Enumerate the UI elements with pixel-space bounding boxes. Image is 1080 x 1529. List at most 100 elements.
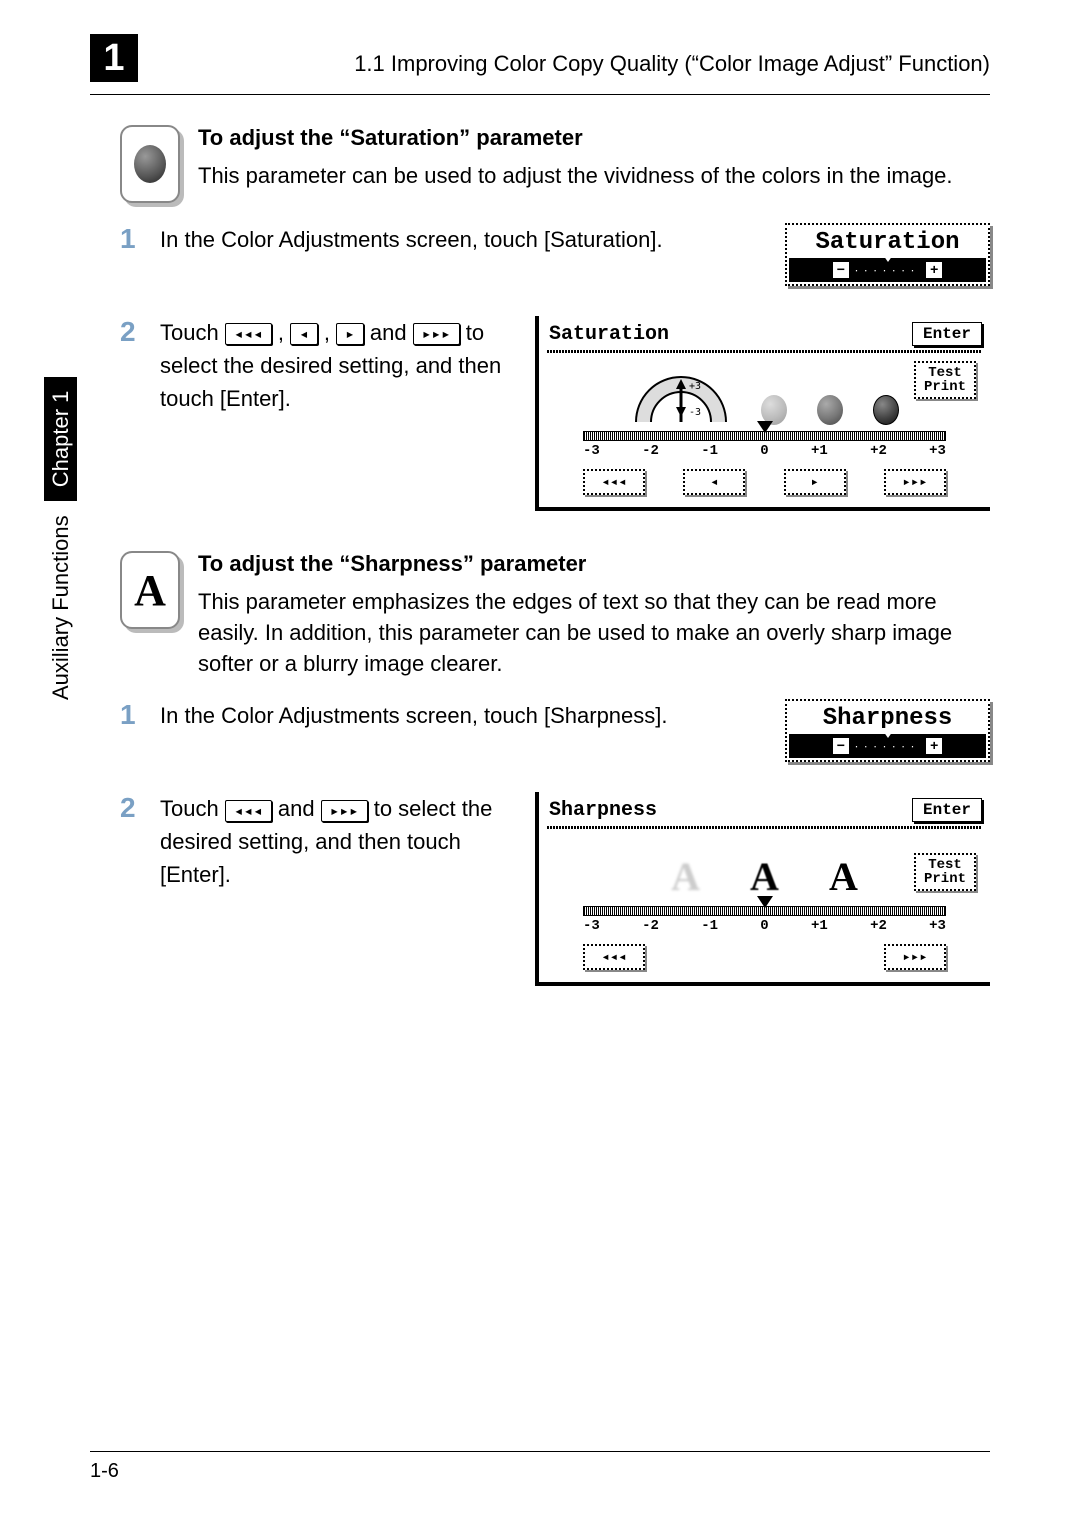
step-text: In the Color Adjustments screen, touch [… bbox=[160, 223, 785, 286]
sample-ball-high-icon bbox=[873, 395, 899, 425]
rewind-button-icon[interactable]: ◂◂◂ bbox=[225, 800, 272, 822]
scale-marker-icon bbox=[757, 896, 773, 908]
scale-marker-icon bbox=[757, 421, 773, 433]
saturation-icon bbox=[120, 125, 180, 203]
chapter-tab: 1 bbox=[90, 34, 138, 82]
rewind-button[interactable]: ◂◂◂ bbox=[583, 469, 645, 495]
side-tab: Auxiliary Functions Chapter 1 bbox=[48, 377, 74, 700]
fast-forward-button[interactable]: ▸▸▸ bbox=[884, 944, 946, 970]
t: Touch bbox=[160, 796, 225, 821]
t: Touch bbox=[160, 320, 225, 345]
letter-a-icon: A bbox=[134, 565, 166, 616]
step-text: Touch ◂◂◂ and ▸▸▸ to select the desired … bbox=[160, 792, 535, 986]
t: and bbox=[370, 320, 413, 345]
minus-icon: − bbox=[833, 262, 849, 278]
scale: -3 -2 -1 0 +1 +2 +3 bbox=[583, 431, 946, 459]
chip-dots: ∙∙∙∙∙∙∙ bbox=[855, 263, 920, 277]
chip-dots: ∙∙∙∙∙∙∙ bbox=[855, 739, 920, 753]
saturation-step-2: 2 Touch ◂◂◂ , ◂ , ▸ and ▸▸▸ to select th… bbox=[120, 316, 990, 511]
sharpness-step-1: 1 In the Color Adjustments screen, touch… bbox=[120, 699, 990, 762]
enter-button[interactable]: Enter bbox=[912, 798, 982, 822]
sharpness-section: A To adjust the “Sharpness” parameter Th… bbox=[120, 551, 990, 679]
fast-forward-button-icon[interactable]: ▸▸▸ bbox=[321, 800, 368, 822]
panel-title: Saturation bbox=[549, 323, 669, 346]
tick: +1 bbox=[811, 918, 828, 934]
minus-icon: − bbox=[833, 738, 849, 754]
ball-icon bbox=[134, 145, 166, 183]
forward-button[interactable]: ▸ bbox=[784, 469, 846, 495]
arrow-buttons: ◂◂◂ ▸▸▸ bbox=[583, 944, 946, 970]
tick: -1 bbox=[701, 918, 718, 934]
saturation-desc: This parameter can be used to adjust the… bbox=[198, 161, 990, 192]
scale: -3 -2 -1 0 +1 +2 +3 bbox=[583, 906, 946, 934]
enter-button[interactable]: Enter bbox=[912, 322, 982, 346]
t: Print bbox=[924, 379, 966, 395]
step-number: 2 bbox=[120, 792, 160, 986]
saturation-section: To adjust the “Saturation” parameter Thi… bbox=[120, 125, 990, 203]
saturation-gauge-row: +3 -3 bbox=[553, 361, 976, 425]
arrow-buttons: ◂◂◂ ◂ ▸ ▸▸▸ bbox=[583, 469, 946, 495]
plus-icon: + bbox=[926, 262, 942, 278]
chapter-number: 1 bbox=[103, 37, 124, 80]
tick: -3 bbox=[583, 918, 600, 934]
step-number: 1 bbox=[120, 223, 160, 286]
rewind-button[interactable]: ◂◂◂ bbox=[583, 944, 645, 970]
sharpness-panel: Sharpness Enter Test Print A A A bbox=[535, 792, 990, 986]
page-title: 1.1 Improving Color Copy Quality (“Color… bbox=[178, 51, 990, 77]
sample-ball-mid-icon bbox=[817, 395, 843, 425]
sharpness-icon: A bbox=[120, 551, 180, 629]
test-print-button[interactable]: Test Print bbox=[914, 361, 976, 399]
t: , bbox=[278, 320, 290, 345]
step-text: In the Color Adjustments screen, touch [… bbox=[160, 699, 785, 762]
step-number: 1 bbox=[120, 699, 160, 762]
plus-icon: + bbox=[926, 738, 942, 754]
test-print-button[interactable]: Test Print bbox=[914, 853, 976, 891]
forward-button-icon[interactable]: ▸ bbox=[336, 323, 364, 345]
fast-forward-button-icon[interactable]: ▸▸▸ bbox=[413, 323, 460, 345]
sample-a-low-icon: A bbox=[671, 853, 700, 900]
side-tab-text: Auxiliary Functions bbox=[48, 515, 73, 700]
t: and bbox=[278, 796, 321, 821]
tick: +3 bbox=[929, 443, 946, 459]
chip-marker-icon bbox=[881, 728, 895, 738]
saturation-step-1: 1 In the Color Adjustments screen, touch… bbox=[120, 223, 990, 286]
saturation-title: To adjust the “Saturation” parameter bbox=[198, 125, 990, 151]
divider bbox=[547, 826, 982, 829]
sample-a-mid-icon: A bbox=[750, 853, 779, 900]
step-text: Touch ◂◂◂ , ◂ , ▸ and ▸▸▸ to select the … bbox=[160, 316, 535, 511]
step-number: 2 bbox=[120, 316, 160, 511]
tick: -1 bbox=[701, 443, 718, 459]
gauge-down: -3 bbox=[689, 407, 701, 418]
tick: -3 bbox=[583, 443, 600, 459]
back-button-icon[interactable]: ◂ bbox=[290, 323, 318, 345]
saturation-panel: Saturation Enter Test Print bbox=[535, 316, 990, 511]
sharpness-title: To adjust the “Sharpness” parameter bbox=[198, 551, 990, 577]
t: Print bbox=[924, 871, 966, 887]
side-tab-chapter: Chapter 1 bbox=[44, 377, 77, 502]
page-header: 1 1.1 Improving Color Copy Quality (“Col… bbox=[90, 40, 990, 95]
fast-forward-button[interactable]: ▸▸▸ bbox=[884, 469, 946, 495]
chip-marker-icon bbox=[881, 252, 895, 262]
sharpness-desc: This parameter emphasizes the edges of t… bbox=[198, 587, 990, 679]
tick: 0 bbox=[760, 918, 768, 934]
sharpness-chip[interactable]: Sharpness − ∙∙∙∙∙∙∙ + bbox=[785, 699, 990, 762]
sharpness-step-2: 2 Touch ◂◂◂ and ▸▸▸ to select the desire… bbox=[120, 792, 990, 986]
saturation-chip[interactable]: Saturation − ∙∙∙∙∙∙∙ + bbox=[785, 223, 990, 286]
tick: +2 bbox=[870, 443, 887, 459]
tick: +1 bbox=[811, 443, 828, 459]
page-footer: 1-6 bbox=[90, 1451, 990, 1483]
chip-bar: − ∙∙∙∙∙∙∙ + bbox=[789, 258, 986, 282]
rewind-button-icon[interactable]: ◂◂◂ bbox=[225, 323, 272, 345]
sharpness-samples: A A A bbox=[553, 853, 976, 900]
tick: 0 bbox=[760, 443, 768, 459]
tick: +2 bbox=[870, 918, 887, 934]
gauge-up: +3 bbox=[689, 381, 701, 392]
divider bbox=[547, 350, 982, 353]
t: , bbox=[324, 320, 336, 345]
chip-bar: − ∙∙∙∙∙∙∙ + bbox=[789, 734, 986, 758]
tick: -2 bbox=[642, 443, 659, 459]
tick: -2 bbox=[642, 918, 659, 934]
back-button[interactable]: ◂ bbox=[683, 469, 745, 495]
gauge-icon: +3 -3 bbox=[631, 367, 731, 425]
sample-a-high-icon: A bbox=[829, 853, 858, 900]
